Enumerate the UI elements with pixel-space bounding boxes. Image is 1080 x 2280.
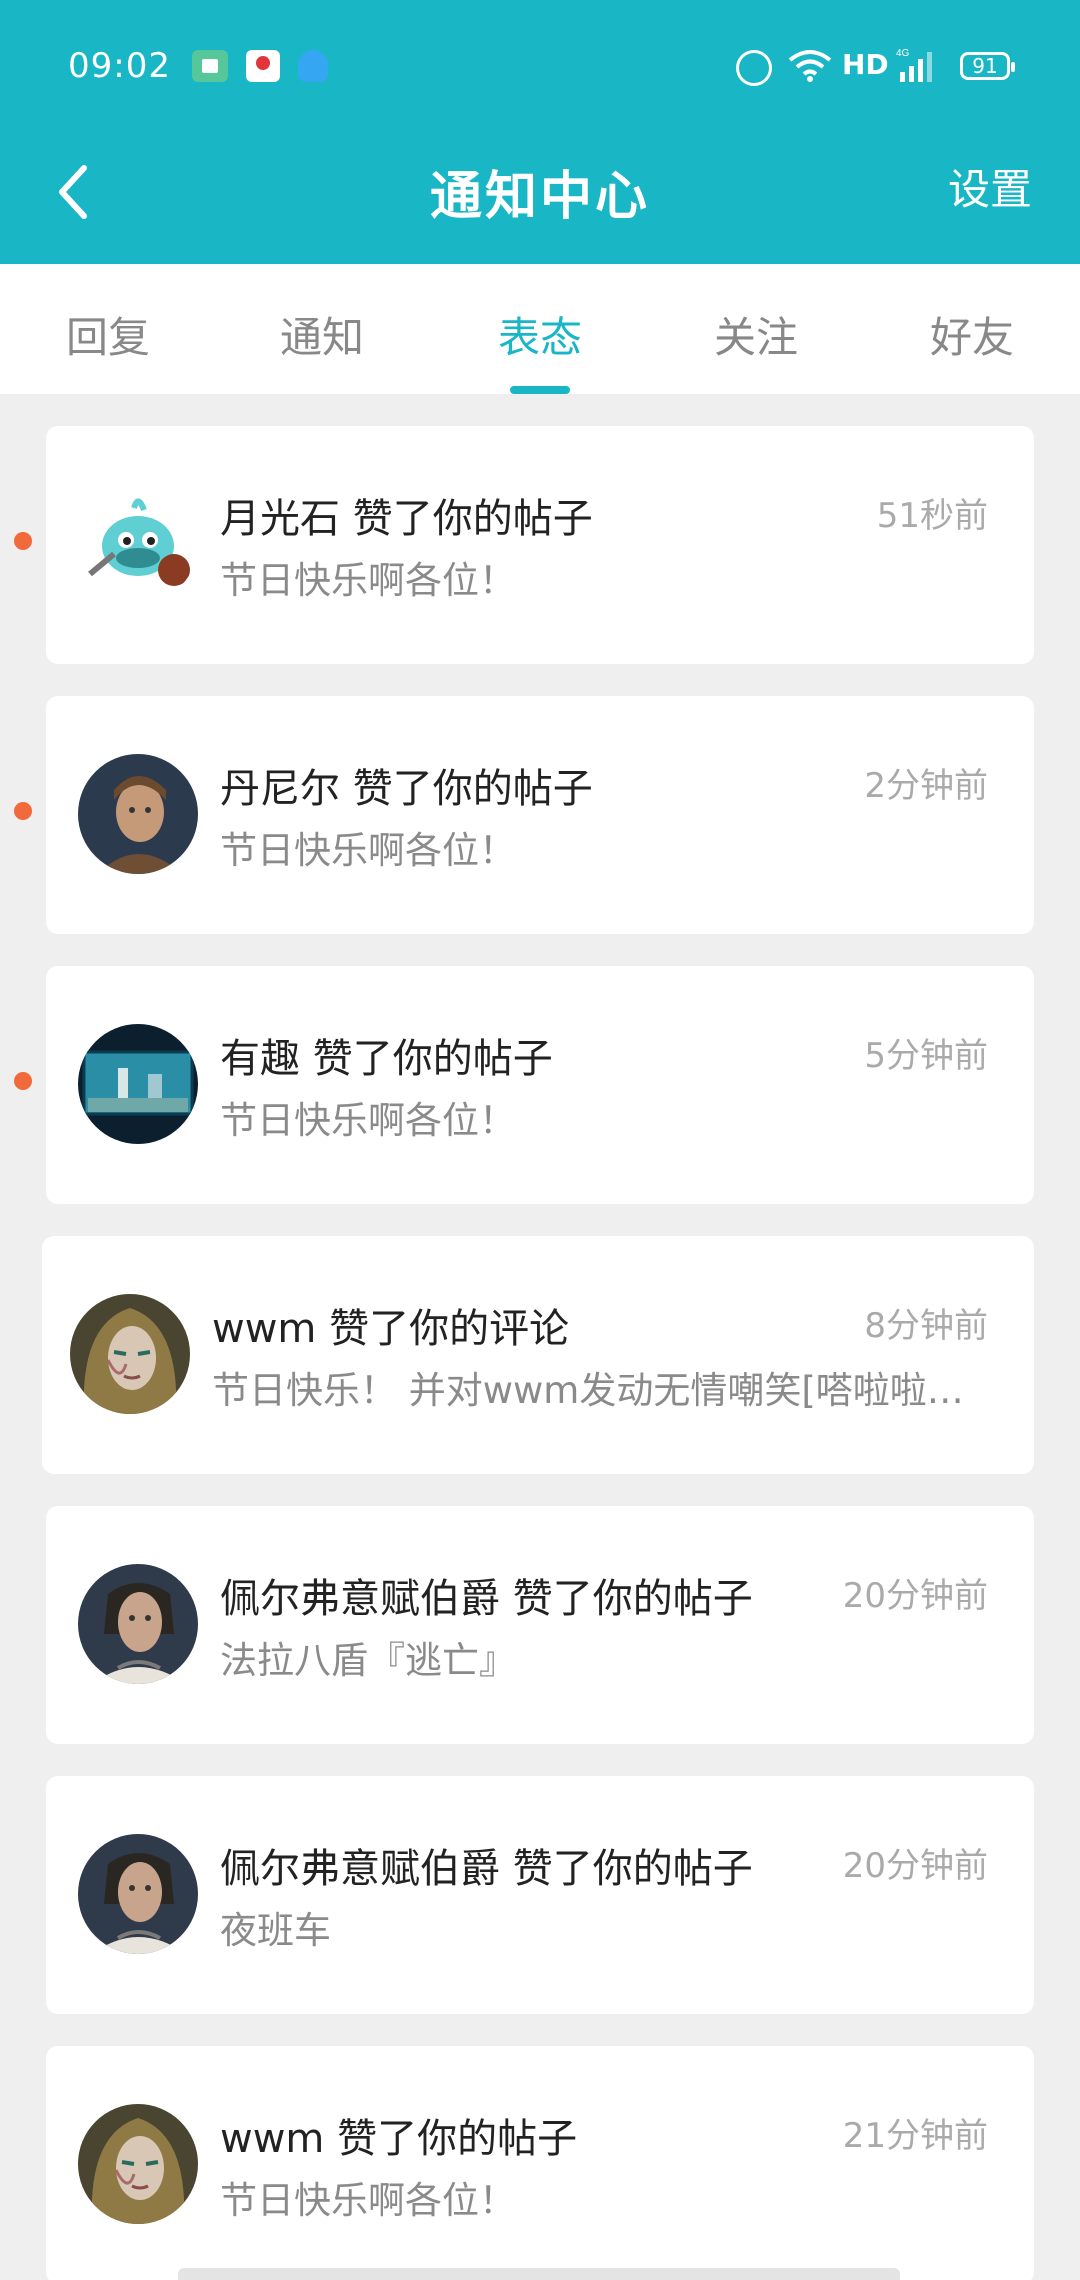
list-item[interactable]: 佩尔弗意赋伯爵 赞了你的帖子 法拉八盾『逃亡』 20分钟前 [46,1506,1034,1744]
painted-face-avatar [70,1294,190,1414]
settings-button[interactable]: 设置 [948,156,1032,217]
tab-follows[interactable]: 关注 [666,304,846,365]
notification-subtitle: 节日快乐啊各位！ [220,2179,516,2222]
notification-title: wwm 赞了你的评论 [212,1306,570,1352]
bottom-toolbar-edge [178,2268,900,2280]
signal-icon: 4G [896,48,932,82]
notification-subtitle: 夜班车 [220,1909,331,1952]
qq-icon [298,50,328,82]
notification-time: 8分钟前 [864,1306,988,1346]
wifi-icon [788,50,832,82]
list-item[interactable]: wwm 赞了你的帖子 节日快乐啊各位！ 21分钟前 [46,2046,1034,2280]
notification-subtitle: 节日快乐！ 并对wwm发动无情嘲笑[嗒啦啦… [212,1369,964,1412]
notification-title: 佩尔弗意赋伯爵 赞了你的帖子 [220,1846,753,1892]
status-bar: 09:02 HD 4G 91 [0,0,1080,132]
list-item[interactable]: 丹尼尔 赞了你的帖子 节日快乐啊各位！ 2分钟前 [46,696,1034,934]
alarm-icon [736,50,772,86]
notification-title: wwm 赞了你的帖子 [220,2116,578,2162]
battery-indicator: 91 [960,52,1015,80]
notification-time: 51秒前 [876,496,988,536]
unread-dot [14,802,32,820]
count-avatar [78,1564,198,1684]
count-avatar [78,1834,198,1954]
page-title: 通知中心 [429,167,650,227]
status-time: 09:02 [68,46,171,86]
notification-time: 5分钟前 [864,1036,988,1076]
list-item[interactable]: 有趣 赞了你的帖子 节日快乐啊各位！ 5分钟前 [46,966,1034,1204]
map-app-icon [246,50,280,82]
notification-time: 21分钟前 [842,2116,988,2156]
notification-subtitle: 法拉八盾『逃亡』 [220,1639,516,1682]
aquarium-avatar [78,1024,198,1144]
notification-time: 2分钟前 [864,766,988,806]
notification-subtitle: 节日快乐啊各位！ [220,559,516,602]
unread-dot [14,1072,32,1090]
network-type-label: HD [842,48,889,81]
unread-dot [14,532,32,550]
painted-face-avatar [78,2104,198,2224]
notification-subtitle: 节日快乐啊各位！ [220,829,516,872]
header-bar: 09:02 HD 4G 91 通知中心 设置 [0,0,1080,264]
tab-bar: 回复 通知 表态 关注 好友 [0,264,1080,394]
list-item[interactable]: wwm 赞了你的评论 节日快乐！ 并对wwm发动无情嘲笑[嗒啦啦… 8分钟前 [42,1236,1034,1474]
notification-time: 20分钟前 [842,1846,988,1886]
notification-subtitle: 节日快乐啊各位！ [220,1099,516,1142]
list-item[interactable]: 佩尔弗意赋伯爵 赞了你的帖子 夜班车 20分钟前 [46,1776,1034,2014]
cartoon-fish-avatar [78,484,198,604]
tab-friends[interactable]: 好友 [882,304,1062,365]
notification-title: 佩尔弗意赋伯爵 赞了你的帖子 [220,1576,753,1622]
tab-replies[interactable]: 回复 [18,304,198,365]
book-app-icon [192,50,228,82]
notification-title: 月光石 赞了你的帖子 [220,496,593,542]
notification-title: 丹尼尔 赞了你的帖子 [220,766,593,812]
list-item[interactable]: 月光石 赞了你的帖子 节日快乐啊各位！ 51秒前 [46,426,1034,664]
tab-reactions[interactable]: 表态 [450,304,630,365]
tab-notices[interactable]: 通知 [232,304,412,365]
nav-bar: 通知中心 设置 [0,132,1080,264]
active-tab-indicator [510,386,570,394]
warrior-avatar [78,754,198,874]
notification-time: 20分钟前 [842,1576,988,1616]
svg-text:4G: 4G [896,48,910,59]
notification-title: 有趣 赞了你的帖子 [220,1036,553,1082]
